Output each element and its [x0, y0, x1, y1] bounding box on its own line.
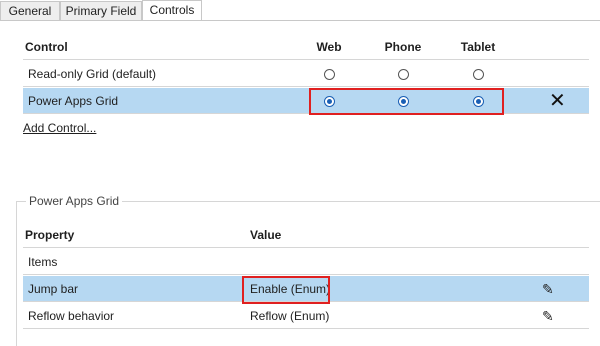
properties-header-row: Property Value [23, 222, 589, 248]
tab-bar: General Primary Field Controls [0, 0, 600, 21]
tab-controls[interactable]: Controls [142, 0, 202, 21]
tab-primary-field[interactable]: Primary Field [60, 1, 142, 20]
pencil-icon[interactable]: ✎ [542, 303, 554, 329]
header-phone: Phone [384, 40, 422, 54]
property-value: Reflow (Enum) [250, 309, 330, 323]
header-value: Value [250, 228, 282, 242]
tablet-radio-cell [453, 61, 503, 87]
highlight-box-radios [309, 88, 504, 115]
add-control-row: Add Control... [23, 115, 589, 141]
web-radio-cell [304, 61, 354, 87]
properties-group-title: Power Apps Grid [26, 194, 123, 208]
web-radio[interactable] [323, 69, 335, 81]
property-row-reflow-behavior[interactable]: Reflow behavior Reflow (Enum) ✎ [23, 303, 589, 329]
property-row-items[interactable]: Items [23, 249, 589, 275]
control-row-readonly-grid[interactable]: Read-only Grid (default) [23, 61, 589, 87]
highlight-box-value [242, 276, 330, 304]
property-name: Jump bar [28, 282, 79, 296]
close-icon[interactable]: ✕ [549, 88, 566, 114]
controls-header-row: Control Web Phone Tablet [23, 34, 589, 60]
header-control: Control [25, 40, 68, 54]
control-name: Read-only Grid (default) [28, 67, 157, 81]
tab-divider [0, 20, 600, 21]
tablet-radio[interactable] [472, 69, 484, 81]
control-name: Power Apps Grid [28, 94, 119, 108]
property-name: Items [28, 255, 58, 269]
pencil-icon[interactable]: ✎ [542, 276, 554, 302]
control-row-power-apps-grid[interactable]: Power Apps Grid ✕ [23, 88, 589, 114]
phone-radio[interactable] [397, 69, 409, 81]
tab-general[interactable]: General [0, 1, 60, 20]
add-control-link[interactable]: Add Control... [23, 115, 96, 141]
phone-radio-cell [378, 61, 428, 87]
property-name: Reflow behavior [28, 309, 115, 323]
header-property: Property [25, 228, 75, 242]
header-tablet: Tablet [460, 40, 496, 54]
header-web: Web [316, 40, 342, 54]
